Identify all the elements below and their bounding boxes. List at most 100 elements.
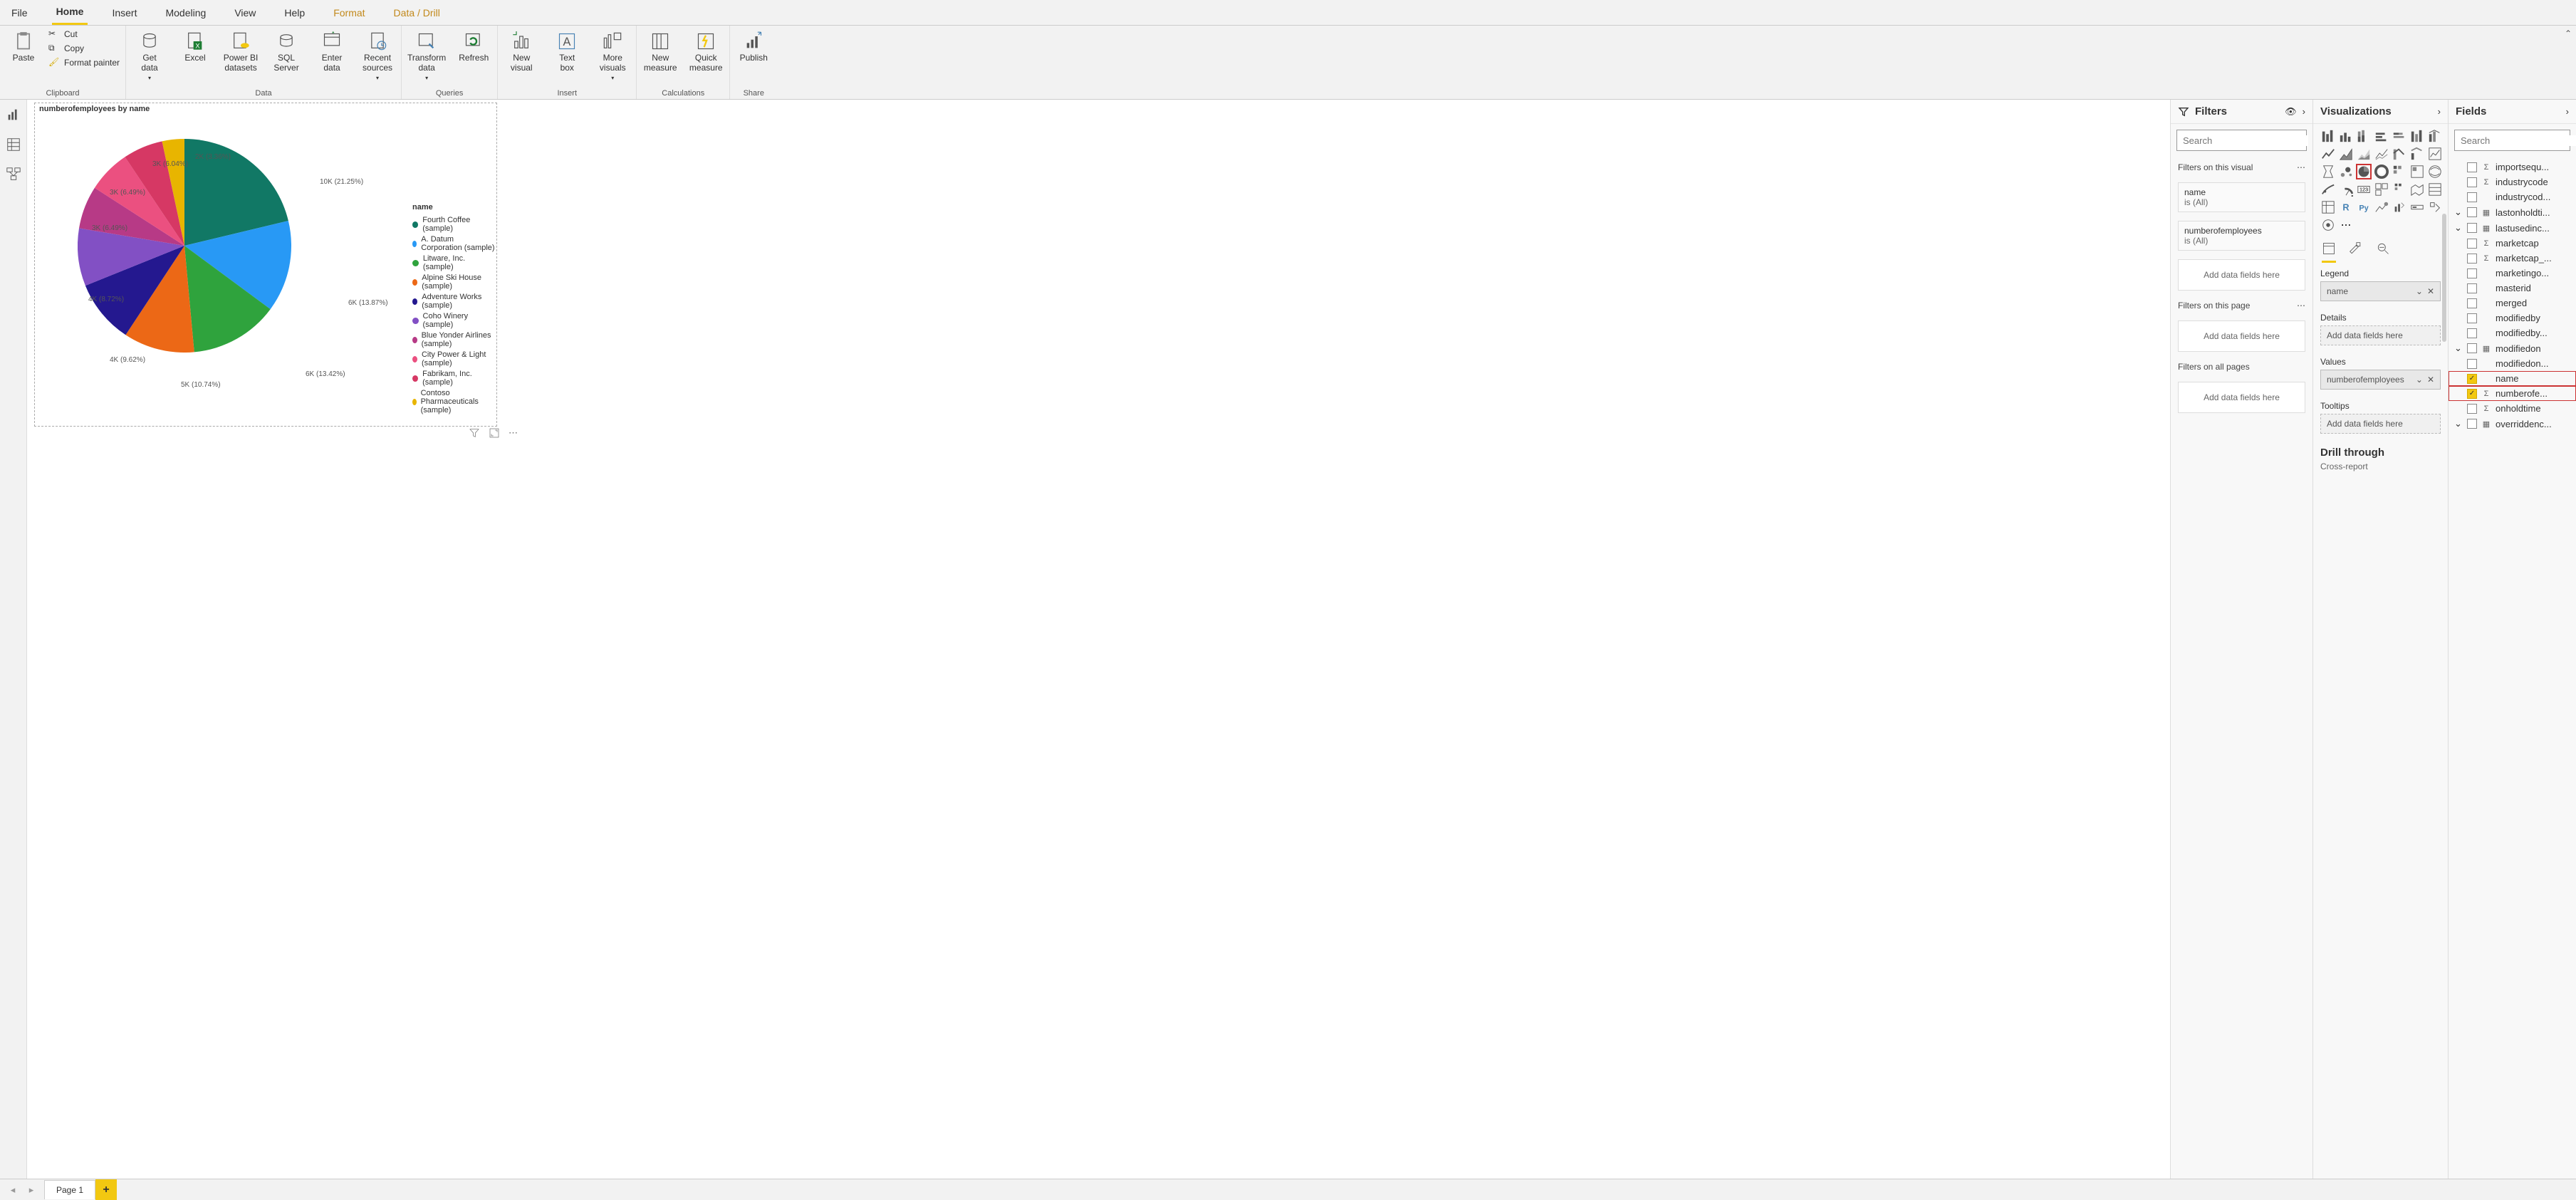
add-page-button[interactable]: + [95, 1179, 117, 1200]
quick-measure-button[interactable]: Quick measure [688, 28, 724, 73]
legend-item[interactable]: Fourth Coffee (sample) [412, 216, 496, 233]
values-well[interactable]: numberofemployees⌄✕ [2320, 370, 2441, 390]
fields-search[interactable] [2454, 130, 2570, 151]
viz-type-icon[interactable] [2427, 128, 2443, 144]
viz-type-icon[interactable]: Py [2356, 199, 2372, 215]
field-checkbox[interactable] [2467, 343, 2477, 353]
recent-sources-button[interactable]: Recent sources▾ [360, 28, 395, 81]
field-row[interactable]: modifiedby [2449, 311, 2576, 325]
chevron-down-icon[interactable]: ⌄ [2416, 375, 2423, 385]
viz-type-icon[interactable] [2338, 182, 2354, 197]
filter-card-name[interactable]: nameis (All) [2178, 182, 2305, 212]
viz-type-icon[interactable] [2320, 217, 2336, 233]
viz-type-icon[interactable] [2320, 128, 2336, 144]
menu-home[interactable]: Home [52, 0, 88, 25]
pie-chart-visual[interactable]: numberofemployees by name 10K (21.25%)6K… [34, 103, 497, 427]
field-checkbox[interactable] [2467, 239, 2477, 249]
field-checkbox[interactable] [2467, 162, 2477, 172]
field-checkbox[interactable] [2467, 298, 2477, 308]
refresh-button[interactable]: Refresh [456, 28, 491, 63]
viz-type-icon[interactable] [2409, 164, 2425, 179]
viz-type-icon[interactable] [2374, 146, 2389, 162]
field-checkbox[interactable] [2467, 268, 2477, 278]
filter-card-numberofemployees[interactable]: numberofemployeesis (All) [2178, 221, 2305, 251]
viz-type-icon[interactable]: R [2338, 199, 2354, 215]
field-row[interactable]: Σmarketcap [2449, 236, 2576, 251]
expand-caret-icon[interactable]: ⌄ [2454, 207, 2463, 218]
field-checkbox[interactable] [2467, 254, 2477, 264]
format-painter-button[interactable]: 🖌Format painter [48, 57, 120, 68]
viz-type-icon[interactable] [2338, 146, 2354, 162]
text-box-button[interactable]: AText box [549, 28, 585, 73]
ribbon-collapse-icon[interactable]: ⌃ [2565, 28, 2572, 38]
legend-item[interactable]: A. Datum Corporation (sample) [412, 235, 496, 252]
field-checkbox[interactable] [2467, 223, 2477, 233]
ellipsis-icon[interactable]: ⋯ [2297, 301, 2305, 311]
new-measure-button[interactable]: New measure [642, 28, 678, 73]
field-checkbox[interactable] [2467, 207, 2477, 217]
legend-item[interactable]: Contoso Pharmaceuticals (sample) [412, 389, 496, 414]
more-options-icon[interactable]: ⋯ [509, 427, 520, 439]
field-row[interactable]: Σimportsequ... [2449, 160, 2576, 174]
page-next-button[interactable]: ▸ [24, 1183, 38, 1197]
menu-format[interactable]: Format [329, 0, 369, 25]
focus-mode-icon[interactable] [489, 427, 500, 439]
expand-caret-icon[interactable]: ⌄ [2454, 418, 2463, 429]
remove-icon[interactable]: ✕ [2427, 375, 2434, 385]
viz-type-icon[interactable] [2392, 182, 2407, 197]
viz-type-icon[interactable] [2409, 182, 2425, 197]
collapse-icon[interactable]: › [2438, 106, 2441, 117]
ellipsis-icon[interactable]: ⋯ [2297, 162, 2305, 172]
filters-search-input[interactable] [2183, 135, 2308, 146]
legend-item[interactable]: Litware, Inc. (sample) [412, 254, 496, 271]
copy-button[interactable]: ⧉Copy [48, 43, 120, 54]
field-checkbox[interactable] [2467, 313, 2477, 323]
field-row[interactable]: Σmarketcap_... [2449, 251, 2576, 266]
viz-type-icon[interactable] [2356, 164, 2372, 179]
field-row[interactable]: ✓name [2449, 371, 2576, 386]
viz-type-icon[interactable] [2356, 128, 2372, 144]
enter-data-button[interactable]: Enter data [314, 28, 350, 73]
legend-item[interactable]: Alpine Ski House (sample) [412, 273, 496, 291]
legend-item[interactable]: Blue Yonder Airlines (sample) [412, 331, 496, 348]
viz-type-icon[interactable] [2374, 199, 2389, 215]
viz-type-icon[interactable] [2409, 128, 2425, 144]
field-checkbox[interactable]: ✓ [2467, 374, 2477, 384]
viz-type-icon[interactable] [2427, 164, 2443, 179]
fields-search-input[interactable] [2461, 135, 2576, 146]
filter-drop-visual[interactable]: Add data fields here [2178, 259, 2305, 291]
menu-insert[interactable]: Insert [108, 0, 141, 25]
viz-type-icon[interactable]: ⋯ [2338, 217, 2354, 233]
viz-type-icon[interactable] [2320, 146, 2336, 162]
more-visuals-button[interactable]: More visuals▾ [595, 28, 630, 81]
expand-caret-icon[interactable]: ⌄ [2454, 222, 2463, 234]
pbi-datasets-button[interactable]: Power BI datasets [223, 28, 259, 73]
details-well[interactable]: Add data fields here [2320, 325, 2441, 345]
transform-data-button[interactable]: Transform data▾ [407, 28, 446, 81]
menu-modeling[interactable]: Modeling [161, 0, 210, 25]
scrollbar-thumb[interactable] [2442, 214, 2446, 342]
field-row[interactable]: ⌄▦lastonholdti... [2449, 204, 2576, 220]
remove-icon[interactable]: ✕ [2427, 286, 2434, 296]
data-view-button[interactable] [6, 137, 21, 152]
viz-type-icon[interactable] [2338, 128, 2354, 144]
filters-search[interactable] [2176, 130, 2307, 151]
viz-type-icon[interactable] [2374, 164, 2389, 179]
filter-drop-page[interactable]: Add data fields here [2178, 320, 2305, 352]
field-checkbox[interactable]: ✓ [2467, 389, 2477, 399]
field-row[interactable]: industrycod... [2449, 189, 2576, 204]
field-row[interactable]: ✓Σnumberofe... [2449, 386, 2576, 401]
paste-button[interactable]: Paste [6, 28, 41, 63]
excel-button[interactable]: XExcel [177, 28, 213, 63]
field-row[interactable]: Σonholdtime [2449, 401, 2576, 416]
page-tab[interactable]: Page 1 [44, 1180, 95, 1199]
sql-server-button[interactable]: SQL Server [268, 28, 304, 73]
viz-type-icon[interactable] [2427, 182, 2443, 197]
viz-type-icon[interactable] [2356, 146, 2372, 162]
page-prev-button[interactable]: ◂ [6, 1183, 20, 1197]
legend-item[interactable]: Fabrikam, Inc. (sample) [412, 370, 496, 387]
report-canvas[interactable]: numberofemployees by name 10K (21.25%)6K… [27, 100, 2170, 1179]
legend-item[interactable]: Adventure Works (sample) [412, 293, 496, 310]
menu-view[interactable]: View [230, 0, 260, 25]
field-checkbox[interactable] [2467, 177, 2477, 187]
